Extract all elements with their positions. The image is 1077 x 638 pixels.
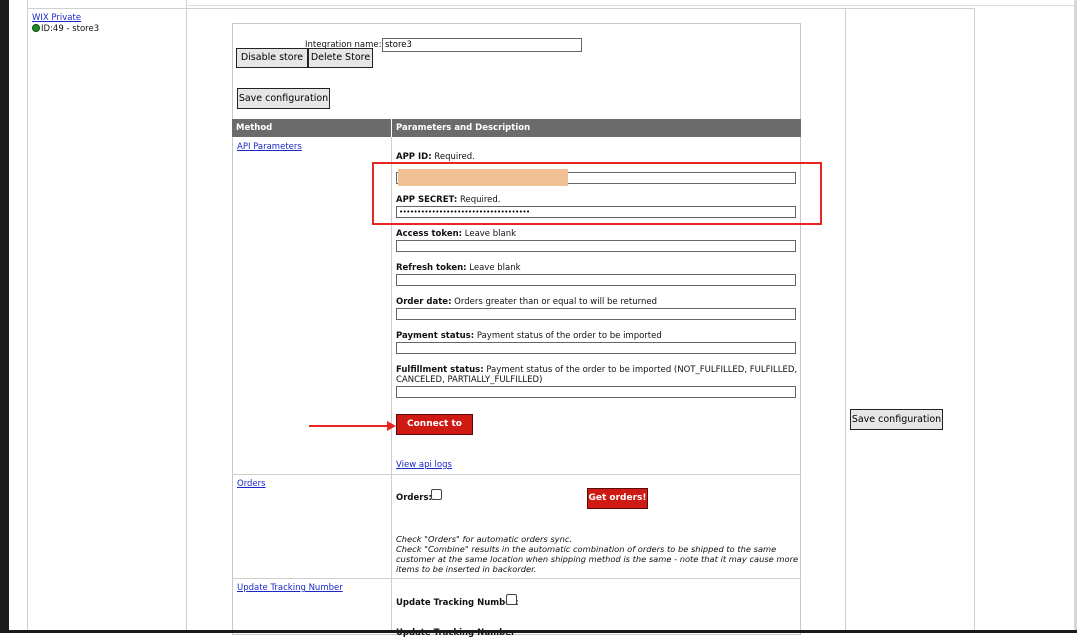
status-dot-icon [32,24,40,32]
grid-line [845,8,846,633]
refresh-token-label-name: Refresh token: [396,263,467,273]
update-tracking-checkbox[interactable] [506,594,517,605]
app-id-label: APP ID: Required. [396,152,475,162]
column-header-method: Method [236,123,273,133]
fulfillment-status-label: Fulfillment status: Payment status of th… [396,365,797,375]
orders-checkbox-label-text: Orders: [396,493,432,503]
update-tracking-checkbox-label: Update Tracking Number: [396,598,519,608]
left-edge-strip [0,0,9,633]
orders-note-3: customer at the same location when shipp… [396,554,799,564]
refresh-token-label: Refresh token: Leave blank [396,263,521,273]
payment-status-input[interactable] [396,342,796,354]
refresh-token-desc: Leave blank [469,263,521,273]
grid-line [232,474,801,475]
order-date-label: Order date: Orders greater than or equal… [396,297,657,307]
payment-status-label-name: Payment status: [396,331,475,341]
grid-line [232,578,801,579]
order-date-desc: Orders greater than or equal to will be … [454,297,657,307]
refresh-token-input[interactable] [396,274,796,286]
grid-line [974,8,975,633]
grid-line [391,119,392,137]
integration-name-input[interactable] [382,38,582,52]
payment-status-desc: Payment status of the order to be import… [476,331,662,341]
save-configuration-right-button[interactable]: Save configuration [850,409,943,430]
delete-store-button[interactable]: Delete Store [308,48,373,68]
connect-to-wix-button[interactable]: Connect to WIX [396,414,473,448]
order-date-input[interactable] [396,308,796,320]
view-api-logs-link[interactable]: View api logs [396,460,452,470]
grid-line [186,5,1074,6]
fulfillment-status-desc-line2: CANCELED, PARTIALLY_FULFILLED) [396,375,543,385]
method-api-parameters-link[interactable]: API Parameters [237,142,302,152]
grid-line [27,0,28,633]
method-orders-link[interactable]: Orders [237,479,266,489]
access-token-input[interactable] [396,240,796,252]
orders-note-2: Check "Combine" results in the automatic… [396,544,777,554]
payment-status-label: Payment status: Payment status of the or… [396,331,662,341]
method-update-tracking-link[interactable]: Update Tracking Number [237,583,343,593]
get-orders-button[interactable]: Get orders! [587,488,648,509]
column-header-parameters: Parameters and Description [396,123,531,133]
access-token-desc: Leave blank [464,229,517,239]
highlight-box [372,162,822,225]
store-id-text: ID:49 - store3 [41,24,100,34]
save-configuration-button[interactable]: Save configuration [237,88,330,109]
disable-store-button[interactable]: Disable store [236,48,308,68]
access-token-label: Access token: Leave blank [396,229,516,239]
arrow-annotation-icon [309,421,396,431]
grid-line [27,8,974,9]
orders-note-4: items to be inserted in backorder. [396,564,537,574]
access-token-label-name: Access token: [396,229,463,239]
fulfillment-status-desc: Payment status of the order to be import… [486,365,798,375]
fulfillment-status-label-name: Fulfillment status: [396,365,484,375]
orders-checkbox[interactable] [431,489,442,500]
orders-checkbox-label: Orders: [396,493,432,503]
app-id-desc: Required. [434,152,475,162]
fulfillment-status-input[interactable] [396,386,796,398]
order-date-label-name: Order date: [396,297,452,307]
app-id-label-name: APP ID: [396,152,432,162]
update-tracking-checkbox-label-text: Update Tracking Number: [396,598,519,608]
orders-note-1: Check "Orders" for automatic orders sync… [396,534,573,544]
grid-line [186,0,187,633]
store-name-link[interactable]: WIX Private [32,13,81,23]
